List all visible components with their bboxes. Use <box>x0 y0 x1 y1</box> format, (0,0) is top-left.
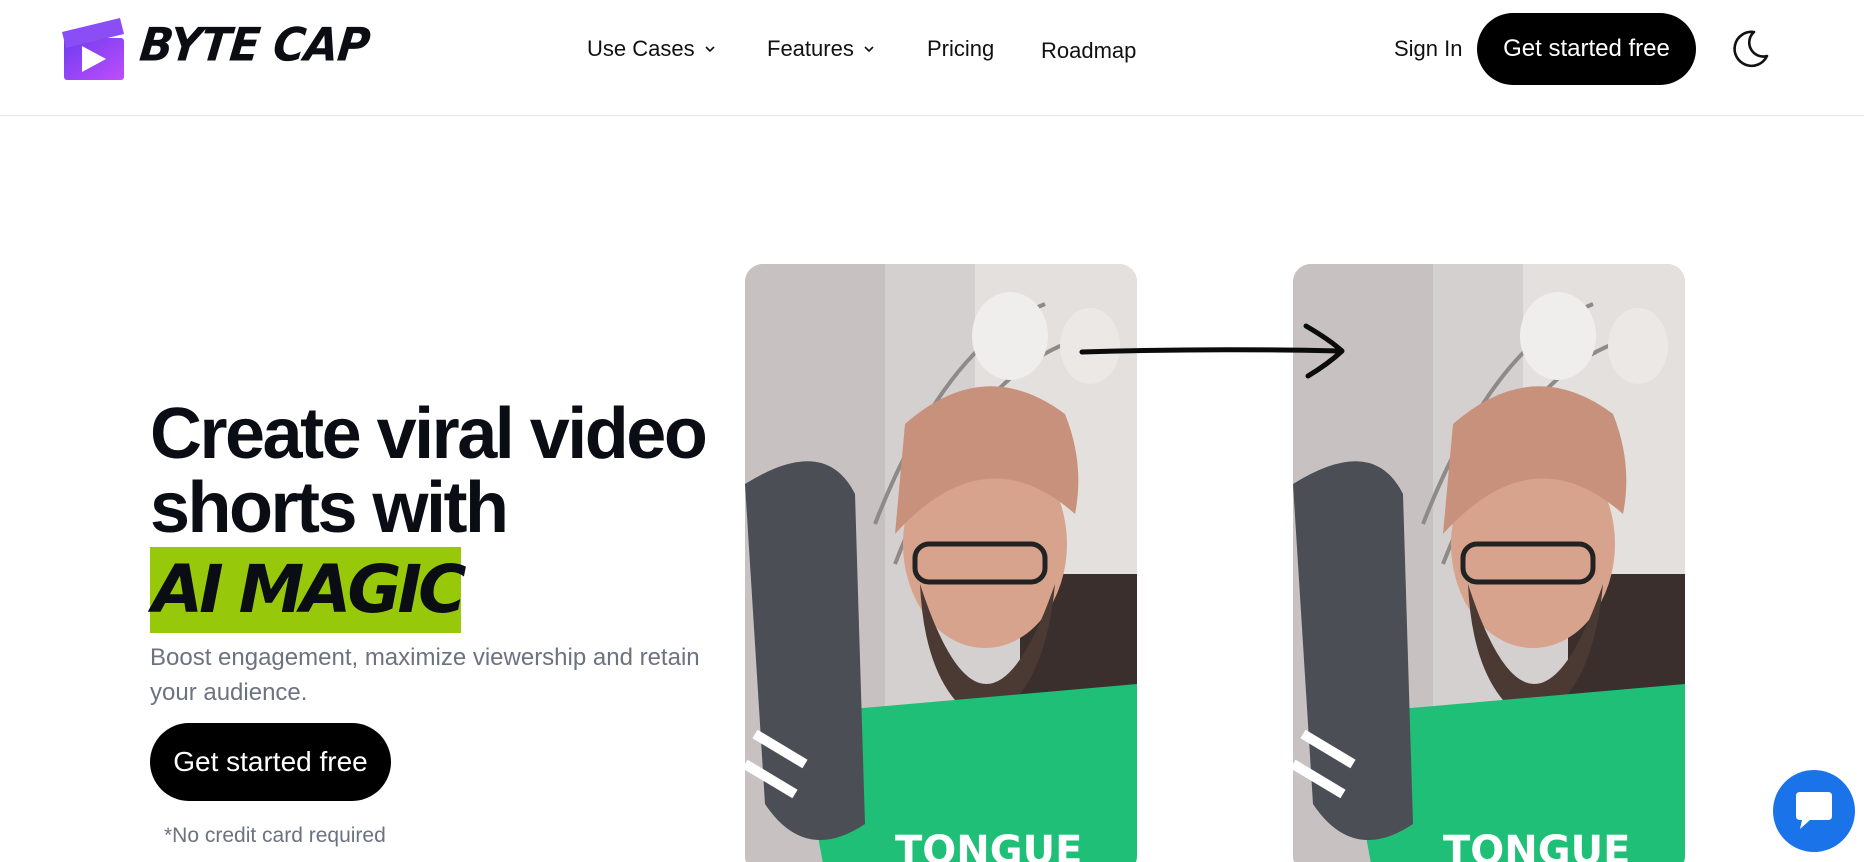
hero-get-started-button[interactable]: Get started free <box>150 723 391 801</box>
chat-icon <box>1796 792 1832 829</box>
video-frame-after: TONGUE <box>1293 264 1685 862</box>
arrow-right-icon <box>1079 323 1345 379</box>
nav-use-cases[interactable]: Use Cases <box>587 36 717 62</box>
nav-pricing-label: Pricing <box>927 36 995 61</box>
shirt-text: TONGUE <box>1443 828 1630 862</box>
sign-in-link[interactable]: Sign In <box>1394 36 1463 62</box>
moon-icon[interactable] <box>1730 28 1770 70</box>
hero-subtitle: Boost engagement, maximize viewership an… <box>150 644 700 706</box>
hero-highlight-text: AI MAGIC <box>152 551 467 628</box>
no-credit-card-note: *No credit card required <box>164 824 386 847</box>
nav-roadmap[interactable]: Roadmap <box>1041 38 1136 64</box>
nav-use-cases-label: Use Cases <box>587 36 695 61</box>
nav-roadmap-label: Roadmap <box>1041 38 1137 63</box>
hero-headline-line-2: shorts with <box>150 468 509 548</box>
hero-headline: Create viral video shorts with <box>150 394 708 548</box>
nav-features-label: Features <box>767 36 854 61</box>
chevron-down-icon <box>864 46 874 53</box>
chat-widget-button[interactable] <box>1773 770 1855 852</box>
header-get-started-button[interactable]: Get started free <box>1477 13 1696 85</box>
chevron-down-icon <box>705 46 715 53</box>
nav-pricing[interactable]: Pricing <box>927 36 994 62</box>
brand-name[interactable]: BYTE CAP <box>137 19 372 73</box>
shirt-text: TONGUE <box>895 828 1082 862</box>
site-header: BYTE CAP Use Cases Features Pricing Road… <box>0 0 1864 116</box>
logo-icon[interactable] <box>62 18 132 82</box>
nav-features[interactable]: Features <box>767 36 876 62</box>
hero-headline-line-1: Create viral video <box>150 394 708 474</box>
